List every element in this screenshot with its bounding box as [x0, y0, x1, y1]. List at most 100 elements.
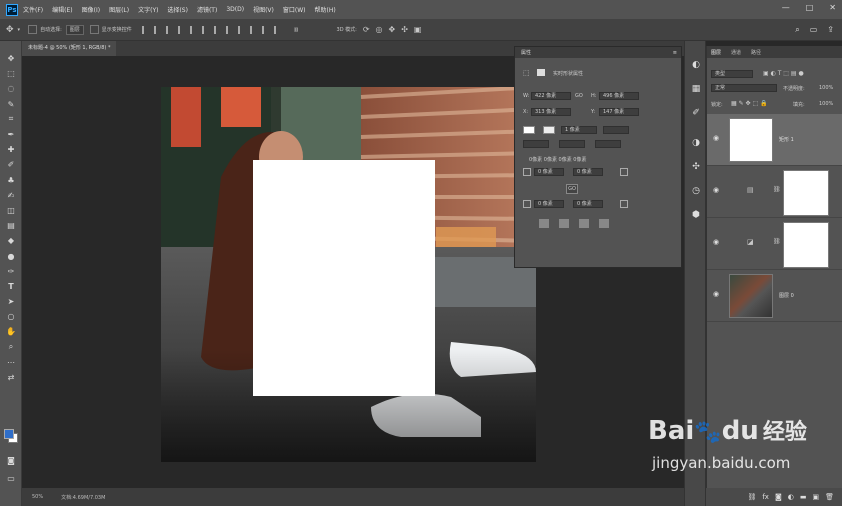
- document-size[interactable]: 文档:4.69M/7.03M: [61, 494, 105, 501]
- auto-select-checkbox[interactable]: [28, 25, 38, 34]
- width-field[interactable]: 422 像素: [531, 92, 571, 100]
- layer-row-photo[interactable]: ◉ 图层 0: [707, 270, 842, 322]
- dodge-tool-icon[interactable]: ●: [0, 248, 22, 263]
- visibility-eye-icon[interactable]: ◉: [713, 134, 719, 142]
- layer-name[interactable]: 矩形 1: [779, 136, 794, 143]
- panel-menu-icon[interactable]: ≡: [673, 50, 677, 56]
- shape-tool-icon[interactable]: ○: [0, 309, 22, 324]
- menu-file[interactable]: 文件(F): [23, 5, 43, 14]
- distribute-bottom-icon[interactable]: [237, 25, 244, 34]
- layer-name[interactable]: 图层 0: [779, 292, 794, 299]
- move-tool-icon[interactable]: ✥: [6, 25, 14, 35]
- maximize-button[interactable]: □: [806, 3, 814, 12]
- gradient-tool-icon[interactable]: ▤: [0, 218, 22, 233]
- mask-properties-icon[interactable]: [537, 69, 545, 76]
- align-center-icon[interactable]: [153, 25, 160, 34]
- pen-tool-icon[interactable]: ✑: [0, 264, 22, 279]
- pathfinder-intersect-icon[interactable]: [579, 219, 589, 228]
- tool-preset-dropdown[interactable]: ▾: [18, 27, 21, 33]
- screen-mode-icon[interactable]: ▭: [0, 471, 22, 486]
- 3d-roll-icon[interactable]: ◎: [376, 25, 383, 34]
- quick-select-tool-icon[interactable]: ✎: [0, 97, 22, 112]
- menu-view[interactable]: 视图(V): [253, 5, 274, 14]
- 3d-rotate-icon[interactable]: ⟳: [363, 25, 370, 34]
- menu-layer[interactable]: 图层(L): [109, 5, 129, 14]
- zoom-tool-icon[interactable]: ⌕: [0, 340, 22, 355]
- document-tab[interactable]: 未标题-4 @ 50% (矩形 1, RGB/8) *: [22, 41, 117, 56]
- stroke-corners-dropdown[interactable]: [595, 140, 621, 148]
- add-mask-icon[interactable]: ◙: [775, 493, 782, 501]
- menu-3d[interactable]: 3D(D): [226, 6, 244, 13]
- distribute-middle-icon[interactable]: [225, 25, 232, 34]
- new-group-icon[interactable]: ▬: [800, 493, 807, 501]
- healing-brush-tool-icon[interactable]: ✚: [0, 142, 22, 157]
- 3d-scale-icon[interactable]: ▣: [414, 25, 422, 34]
- workspace-icon[interactable]: ▭: [810, 25, 818, 35]
- visibility-eye-icon[interactable]: ◉: [713, 238, 719, 246]
- white-rectangle-shape[interactable]: [253, 160, 435, 396]
- y-field[interactable]: 147 像素: [599, 108, 639, 116]
- properties-panel-title[interactable]: 属性: [521, 49, 531, 56]
- blend-mode-dropdown[interactable]: 正常: [711, 84, 777, 92]
- layer-row-rectangle[interactable]: ◉ 矩形 1: [707, 114, 842, 166]
- align-middle-icon[interactable]: [189, 25, 196, 34]
- brush-tool-icon[interactable]: ✐: [0, 157, 22, 172]
- opacity-value[interactable]: 100%: [819, 85, 833, 91]
- brush-panel-icon[interactable]: ✐: [685, 101, 707, 125]
- pathfinder-unite-icon[interactable]: [539, 219, 549, 228]
- menu-type[interactable]: 文字(Y): [138, 5, 158, 14]
- layer-kind-filter[interactable]: 类型: [711, 70, 753, 78]
- layer-mask-thumbnail[interactable]: [783, 170, 829, 216]
- history-panel-icon[interactable]: ◷: [685, 179, 707, 203]
- lasso-tool-icon[interactable]: ◌: [0, 81, 22, 96]
- link-corners-icon[interactable]: GO: [566, 184, 578, 194]
- minimize-button[interactable]: —: [782, 3, 790, 12]
- stroke-type-dropdown[interactable]: [603, 126, 629, 134]
- lock-icons[interactable]: ▦ ✎ ✥ ⬚ 🔒: [731, 100, 768, 107]
- layer-mask-thumbnail[interactable]: [783, 222, 829, 268]
- corner-bl-field[interactable]: 0 像素: [534, 200, 564, 208]
- path-select-tool-icon[interactable]: ➤: [0, 294, 22, 309]
- swap-colors-icon[interactable]: ⇄: [0, 370, 22, 385]
- stroke-align-dropdown[interactable]: [523, 140, 549, 148]
- menu-image[interactable]: 图像(I): [82, 5, 100, 14]
- type-tool-icon[interactable]: T: [0, 279, 22, 294]
- move-tool-icon[interactable]: ✥: [0, 51, 22, 66]
- link-layers-icon[interactable]: ⛓: [747, 493, 756, 501]
- visibility-eye-icon[interactable]: ◉: [713, 186, 719, 194]
- 3d-pan-icon[interactable]: ✥: [389, 25, 396, 34]
- fill-color-swatch[interactable]: [523, 126, 535, 134]
- 3d-slide-icon[interactable]: ✣: [401, 25, 408, 34]
- hand-tool-icon[interactable]: ✋: [0, 324, 22, 339]
- filter-icons[interactable]: ▣ ◐ T ⬚ ▤ ●: [763, 70, 804, 77]
- layer-style-icon[interactable]: fx: [762, 493, 769, 501]
- color-panel-icon[interactable]: ◐: [685, 53, 707, 77]
- height-field[interactable]: 496 像素: [599, 92, 639, 100]
- foreground-color-swatch[interactable]: [4, 429, 14, 439]
- new-layer-icon[interactable]: ▣: [812, 493, 819, 501]
- x-field[interactable]: 313 像素: [531, 108, 571, 116]
- stroke-color-swatch[interactable]: [543, 126, 555, 134]
- stroke-caps-dropdown[interactable]: [559, 140, 585, 148]
- align-top-icon[interactable]: [177, 25, 184, 34]
- tab-paths[interactable]: 路径: [751, 49, 761, 56]
- layer-row-adjustment-1[interactable]: ◉ ▤ ⛓: [707, 166, 842, 218]
- styles-panel-icon[interactable]: ✣: [685, 155, 707, 179]
- crop-tool-icon[interactable]: ⌗: [0, 112, 22, 127]
- close-button[interactable]: ✕: [829, 3, 836, 12]
- blur-tool-icon[interactable]: ◆: [0, 233, 22, 248]
- auto-align-icon[interactable]: ▥: [294, 27, 299, 33]
- 3d-panel-icon[interactable]: ⬢: [685, 203, 707, 227]
- corner-br-field[interactable]: 0 像素: [573, 200, 603, 208]
- distribute-top-icon[interactable]: [213, 25, 220, 34]
- visibility-eye-icon[interactable]: ◉: [713, 290, 719, 298]
- show-transform-checkbox[interactable]: [89, 25, 99, 34]
- quick-mask-icon[interactable]: ◙: [0, 453, 22, 468]
- delete-layer-icon[interactable]: 🗑: [825, 493, 834, 501]
- adjustments-panel-icon[interactable]: ◑: [685, 131, 707, 155]
- distribute-center-icon[interactable]: [261, 25, 268, 34]
- stroke-width-field[interactable]: 1 像素: [561, 126, 597, 134]
- menu-filter[interactable]: 滤镜(T): [197, 5, 217, 14]
- search-icon[interactable]: ⌕: [795, 25, 799, 35]
- corner-tr-field[interactable]: 0 像素: [573, 168, 603, 176]
